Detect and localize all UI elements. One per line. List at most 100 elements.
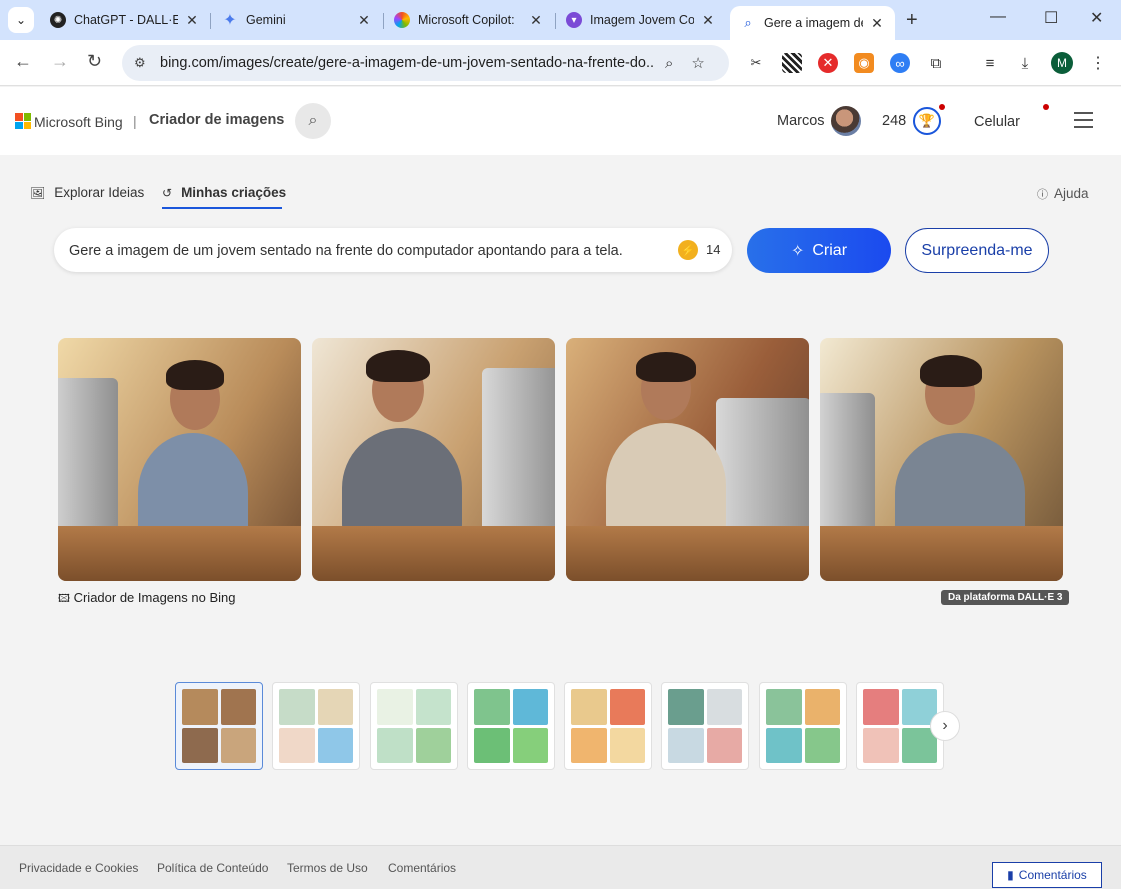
- creation-thumbnail[interactable]: [370, 682, 458, 770]
- extensions-puzzle-icon[interactable]: ⧉: [926, 53, 946, 73]
- close-icon[interactable]: ✕: [356, 12, 372, 29]
- creation-thumbnail[interactable]: [467, 682, 555, 770]
- close-icon[interactable]: ✕: [869, 15, 885, 32]
- tab-label: Explorar Ideias: [54, 185, 145, 200]
- rewards-points[interactable]: 248: [882, 113, 906, 129]
- help-icon: ⓘ: [1037, 189, 1048, 201]
- menu-kebab-icon[interactable]: ⋮: [1088, 53, 1108, 73]
- generated-image-2[interactable]: [312, 338, 555, 581]
- notification-dot: [939, 104, 945, 110]
- qr-code-icon[interactable]: [782, 53, 802, 73]
- creation-thumbnail[interactable]: [661, 682, 749, 770]
- creation-thumbnail[interactable]: [564, 682, 652, 770]
- tab-separator: [210, 13, 211, 29]
- dalle-badge: Da plataforma DALL·E 3: [941, 590, 1070, 605]
- tab-bing-create[interactable]: ⌕ Gere a imagem de ✕: [730, 6, 895, 40]
- surprise-button[interactable]: Surpreenda-me: [905, 228, 1049, 273]
- app-icon: ▾: [566, 12, 582, 28]
- forward-icon[interactable]: →: [51, 51, 69, 72]
- boost-count: 14: [706, 242, 721, 257]
- tab-search-dropdown-icon[interactable]: ⌄: [8, 7, 34, 33]
- close-icon[interactable]: ✕: [184, 12, 200, 29]
- product-title[interactable]: Criador de imagens: [149, 112, 284, 128]
- close-icon[interactable]: ✕: [700, 12, 716, 29]
- history-icon: ↺: [162, 185, 173, 200]
- user-name[interactable]: Marcos: [777, 113, 825, 129]
- sparkle-image-icon: ✧: [790, 242, 805, 260]
- hamburger-menu-icon[interactable]: [1074, 112, 1093, 133]
- profile-avatar[interactable]: M: [1051, 52, 1073, 74]
- image-sparkle-icon: 🖾: [58, 593, 70, 605]
- url-text[interactable]: bing.com/images/create/gere-a-imagem-de-…: [160, 55, 655, 71]
- address-bar[interactable]: ⚙ bing.com/images/create/gere-a-imagem-d…: [122, 45, 729, 81]
- create-button[interactable]: ✧ Criar: [747, 228, 891, 273]
- bookmark-star-icon[interactable]: ☆: [691, 54, 704, 72]
- help-link[interactable]: ⓘ Ajuda: [1037, 186, 1089, 202]
- rewards-trophy-icon[interactable]: 🏆: [913, 107, 941, 135]
- caption-text: Criador de Imagens no Bing: [73, 590, 236, 605]
- tab-title: Imagem Jovem Co: [590, 13, 694, 27]
- extension-tool-icon[interactable]: ✂: [746, 53, 766, 73]
- tab-title: Gere a imagem de: [764, 16, 863, 30]
- extension-translate-icon[interactable]: ◉: [854, 53, 874, 73]
- minimize-icon[interactable]: —: [990, 8, 1006, 26]
- window-close-icon[interactable]: ✕: [1090, 8, 1103, 28]
- notification-dot: [1043, 104, 1049, 110]
- extension-link-icon[interactable]: ∞: [890, 53, 910, 73]
- site-settings-icon[interactable]: ⚙: [134, 55, 150, 71]
- tab-gemini[interactable]: ✦ Gemini ✕: [212, 0, 382, 40]
- creation-thumbnail[interactable]: [175, 682, 263, 770]
- tab-label: Minhas criações: [181, 185, 287, 200]
- gallery-caption: 🖾 Criador de Imagens no Bing: [58, 590, 235, 609]
- boost-coin-icon: ⚡: [678, 240, 698, 260]
- footer-link-privacy[interactable]: Privacidade e Cookies: [19, 861, 138, 875]
- feedback-label: Comentários: [1018, 868, 1087, 882]
- tab-title: Gemini: [246, 13, 286, 27]
- copilot-icon: [394, 12, 410, 28]
- avatar[interactable]: [831, 106, 861, 136]
- download-icon[interactable]: ⤓: [1015, 53, 1035, 73]
- close-icon[interactable]: ✕: [528, 12, 544, 29]
- browser-tab-strip: ⌄ ✺ ChatGPT - DALL·E ✕ ✦ Gemini ✕ Micros…: [0, 0, 1121, 40]
- gemini-icon: ✦: [223, 12, 237, 29]
- create-label: Criar: [812, 241, 848, 259]
- tab-chatgpt[interactable]: ✺ ChatGPT - DALL·E ✕: [40, 0, 210, 40]
- header-separator: |: [133, 113, 137, 129]
- bing-header: Microsoft Bing | Criador de imagens ⌕ Ma…: [0, 87, 1121, 155]
- tab-explore-ideas[interactable]: 🖼 Explorar Ideias: [30, 185, 144, 200]
- zoom-icon[interactable]: ⌕: [665, 55, 673, 72]
- footer-link-comments[interactable]: Comentários: [388, 861, 456, 875]
- help-label: Ajuda: [1054, 186, 1089, 201]
- tab-title: Microsoft Copilot:: [418, 13, 515, 27]
- generated-image-1[interactable]: [58, 338, 301, 581]
- generated-image-4[interactable]: [820, 338, 1063, 581]
- footer-link-terms[interactable]: Termos de Uso: [287, 861, 368, 875]
- tab-my-creations[interactable]: ↺ Minhas criações: [162, 185, 286, 200]
- tab-copilot[interactable]: Microsoft Copilot: ✕: [384, 0, 554, 40]
- microsoft-logo-icon[interactable]: [15, 113, 31, 129]
- prompt-text[interactable]: Gere a imagem de um jovem sentado na fre…: [69, 243, 623, 259]
- prompt-input[interactable]: Gere a imagem de um jovem sentado na fre…: [54, 228, 732, 272]
- search-icon[interactable]: ⌕: [295, 103, 331, 139]
- image-icon: 🖼: [30, 185, 46, 200]
- maximize-icon[interactable]: ☐: [1044, 8, 1058, 28]
- back-icon[interactable]: ←: [14, 51, 32, 72]
- tab-imagem-jovem[interactable]: ▾ Imagem Jovem Co ✕: [556, 0, 726, 40]
- thumbnails-next-button[interactable]: ›: [930, 711, 960, 741]
- media-list-icon[interactable]: ≡: [980, 53, 1000, 73]
- tab-title: ChatGPT - DALL·E: [74, 13, 178, 27]
- active-tab-indicator: [162, 207, 282, 209]
- mobile-link[interactable]: Celular: [974, 114, 1020, 130]
- brand-name[interactable]: Microsoft Bing: [34, 114, 123, 130]
- creation-thumbnail[interactable]: [272, 682, 360, 770]
- browser-toolbar: ← → ↻ ⚙ bing.com/images/create/gere-a-im…: [0, 40, 1121, 86]
- creation-thumbnail[interactable]: [759, 682, 847, 770]
- feedback-button[interactable]: ▮ Comentários: [992, 862, 1102, 888]
- new-tab-button[interactable]: +: [906, 9, 918, 32]
- page-footer: Privacidade e Cookies Política de Conteú…: [0, 845, 1121, 889]
- extension-close-icon[interactable]: ✕: [818, 53, 838, 73]
- reload-icon[interactable]: ↻: [87, 51, 102, 72]
- generated-image-3[interactable]: [566, 338, 809, 581]
- chat-bubble-icon: ▮: [1007, 868, 1014, 882]
- footer-link-content-policy[interactable]: Política de Conteúdo: [157, 861, 268, 875]
